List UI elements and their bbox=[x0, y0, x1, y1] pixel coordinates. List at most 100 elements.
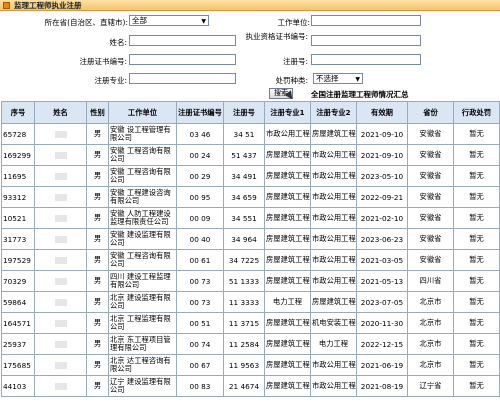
table-row[interactable]: 25937 男北京 东工程项目管理有限公司 00 74 11 2584 房屋建筑工程 电力… bbox=[1, 333, 500, 355]
reg-cert-input[interactable] bbox=[129, 54, 236, 65]
license-label: 执业资格证书编号: bbox=[245, 32, 308, 41]
redacted-block bbox=[54, 152, 67, 159]
row-gender: 男 bbox=[86, 249, 109, 271]
name-input[interactable] bbox=[129, 35, 236, 46]
row-unit: 辽宁 建设监理有限公司 bbox=[108, 375, 177, 397]
reg-no-input[interactable] bbox=[311, 54, 421, 65]
row-province: 北京市 bbox=[407, 354, 454, 376]
row-reg: 11 9563 bbox=[223, 354, 265, 376]
row-valid: 2023-05-10 bbox=[356, 165, 408, 187]
row-unit: 北京 达工程咨询有限公司 bbox=[108, 354, 177, 376]
row-id: 175685 bbox=[1, 354, 35, 376]
row-valid: 2021-09-10 bbox=[356, 144, 408, 166]
row-name bbox=[34, 186, 87, 208]
row-major1: 房屋建筑工程 bbox=[264, 333, 311, 355]
row-cert: 00 73 bbox=[176, 270, 224, 292]
row-cert: 00 74 bbox=[176, 333, 224, 355]
row-id: 93312 bbox=[1, 186, 35, 208]
table-row[interactable]: 175685 男北京 达工程咨询有限公司 00 67 11 9563 房屋建筑工程 市政公… bbox=[1, 354, 500, 376]
table-row[interactable]: 164571 男北京 工程监理有限公司 00 51 11 3715 房屋建筑工程 机电安装… bbox=[1, 312, 500, 334]
row-id: 25937 bbox=[1, 333, 35, 355]
row-name bbox=[34, 165, 87, 187]
row-valid: 2021-03-05 bbox=[356, 249, 408, 271]
row-major2: 机电安装工程 bbox=[310, 312, 357, 334]
col-header-name[interactable]: 姓名 bbox=[34, 101, 87, 124]
row-penalty: 暂无 bbox=[453, 312, 500, 334]
row-reg: 11 2584 bbox=[223, 333, 265, 355]
table-row[interactable]: 44103 男辽宁 建设监理有限公司 00 83 21 4674 房屋建筑工程 市政公用工… bbox=[1, 375, 500, 397]
summary-link[interactable]: 全国注册监理工程师情况汇总 bbox=[311, 89, 409, 100]
row-id: 44103 bbox=[1, 375, 35, 397]
col-header-reg[interactable]: 注册号 bbox=[223, 101, 265, 124]
col-header-gender[interactable]: 性别 bbox=[86, 101, 109, 124]
row-gender: 男 bbox=[86, 144, 109, 166]
row-province: 安徽省 bbox=[407, 249, 454, 271]
col-header-major2[interactable]: 注册专业2 bbox=[310, 101, 357, 124]
table-row[interactable]: 169299 男安徽 工程咨询有限公司 00 24 51 437 房屋建筑工程 市政公用工… bbox=[1, 144, 500, 166]
table-row[interactable]: 197529 男安徽 工程咨询有限公司 00 61 34 7225 房屋建筑工程 市政公用… bbox=[1, 249, 500, 271]
col-header-cert[interactable]: 注册证书编号 bbox=[176, 101, 224, 124]
row-unit: 安徽 工程咨询有限公司 bbox=[108, 144, 177, 166]
row-cert: 00 83 bbox=[176, 375, 224, 397]
row-cert: 00 29 bbox=[176, 165, 224, 187]
row-id: 11695 bbox=[1, 165, 35, 187]
row-id: 31773 bbox=[1, 228, 35, 250]
table-row[interactable]: 11695 男安徽 工程咨询有限公司 00 29 34 491 房屋建筑工程 市政公用工程… bbox=[1, 165, 500, 187]
major-input[interactable] bbox=[129, 73, 236, 84]
row-id: 169299 bbox=[1, 144, 35, 166]
penalty-label: 处罚种类: bbox=[275, 76, 308, 85]
row-reg: 51 437 bbox=[223, 144, 265, 166]
row-unit: 北京 工程监理有限公司 bbox=[108, 312, 177, 334]
license-input[interactable] bbox=[311, 35, 421, 46]
penalty-select[interactable]: 不选择 ▼ bbox=[313, 73, 363, 84]
col-header-valid[interactable]: 有效期 bbox=[356, 101, 408, 124]
col-header-unit[interactable]: 工作单位 bbox=[108, 101, 177, 124]
row-major1: 电力工程 bbox=[264, 291, 311, 313]
row-major2: 房屋建筑工程 bbox=[310, 123, 357, 145]
row-major1: 房屋建筑工程 bbox=[264, 207, 311, 229]
row-province: 安徽省 bbox=[407, 123, 454, 145]
table-row[interactable]: 70329 男四川 建设工程监理有限公司 00 73 51 1333 房屋建筑工程 市政公… bbox=[1, 270, 500, 292]
table-row[interactable]: 10521 男安徽 人防工程建设监理有限责任公司 00 09 34 551 房屋建筑工程… bbox=[1, 207, 500, 229]
row-name bbox=[34, 249, 87, 271]
row-valid: 2021-02-10 bbox=[356, 207, 408, 229]
chevron-down-icon: ▼ bbox=[355, 76, 360, 83]
row-major1: 房屋建筑工程 bbox=[264, 165, 311, 187]
penalty-select-value: 不选择 bbox=[316, 74, 339, 83]
table-row[interactable]: 31773 男安徽 建设监理有限公司 00 40 34 964 房屋建筑工程 市政公用工程… bbox=[1, 228, 500, 250]
row-unit: 安徽 工程建设咨询有限公司 bbox=[108, 186, 177, 208]
row-major1: 房屋建筑工程 bbox=[264, 228, 311, 250]
row-gender: 男 bbox=[86, 312, 109, 334]
row-major2: 市政公用工程 bbox=[310, 249, 357, 271]
row-name bbox=[34, 333, 87, 355]
row-id: 197529 bbox=[1, 249, 35, 271]
table-row[interactable]: 59864 男北京 建设监理有限公司 00 73 11 3333 电力工程 房屋建筑工程 2… bbox=[1, 291, 500, 313]
table-row[interactable]: 65728 男安徽 设工程管理有限公司 03 46 34 51 市政公用工程 房屋建筑工程… bbox=[1, 123, 500, 145]
row-valid: 2022-09-21 bbox=[356, 186, 408, 208]
row-penalty: 暂无 bbox=[453, 144, 500, 166]
row-valid: 2022-12-15 bbox=[356, 333, 408, 355]
row-penalty: 暂无 bbox=[453, 333, 500, 355]
row-major2: 市政公用工程 bbox=[310, 228, 357, 250]
redacted-block bbox=[54, 173, 67, 180]
row-penalty: 暂无 bbox=[453, 291, 500, 313]
redacted-block bbox=[54, 320, 67, 327]
col-header-penalty[interactable]: 行政处罚 bbox=[453, 101, 500, 124]
row-unit: 安徽 设工程管理有限公司 bbox=[108, 123, 177, 145]
row-gender: 男 bbox=[86, 375, 109, 397]
province-select[interactable]: 全部 ▼ bbox=[129, 15, 209, 26]
col-header-id[interactable]: 序号 bbox=[1, 101, 35, 124]
page-title: 监理工程师执业注册 bbox=[14, 0, 82, 10]
unit-input[interactable] bbox=[311, 15, 421, 26]
row-major1: 房屋建筑工程 bbox=[264, 312, 311, 334]
row-province: 安徽省 bbox=[407, 186, 454, 208]
province-select-value: 全部 bbox=[132, 16, 147, 25]
row-province: 北京市 bbox=[407, 291, 454, 313]
row-penalty: 暂无 bbox=[453, 186, 500, 208]
row-cert: 00 73 bbox=[176, 291, 224, 313]
table-row[interactable]: 93312 男安徽 工程建设咨询有限公司 00 95 34 659 房屋建筑工程 市政公用… bbox=[1, 186, 500, 208]
row-name bbox=[34, 270, 87, 292]
row-cert: 00 51 bbox=[176, 312, 224, 334]
col-header-province[interactable]: 省份 bbox=[407, 101, 454, 124]
col-header-major1[interactable]: 注册专业1 bbox=[264, 101, 311, 124]
